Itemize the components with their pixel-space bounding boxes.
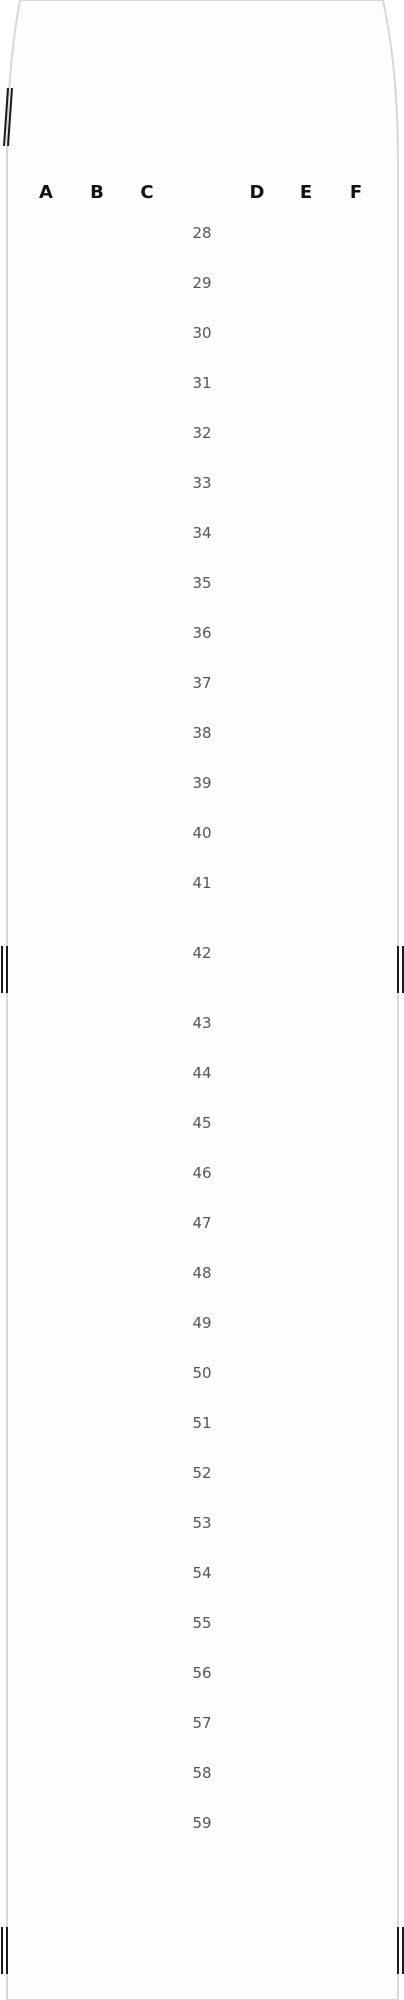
row-number: 53 bbox=[192, 1514, 212, 1532]
row-number: 31 bbox=[192, 374, 212, 392]
row-number: 34 bbox=[192, 524, 212, 542]
seat-row: 57 bbox=[0, 1699, 404, 1749]
row-number: 43 bbox=[192, 1014, 212, 1032]
seat-row: 29 bbox=[0, 259, 404, 309]
row-number: 45 bbox=[192, 1114, 212, 1132]
seat-row: 28 bbox=[0, 209, 404, 259]
row-number: 30 bbox=[192, 324, 212, 342]
seat-row: 51 bbox=[0, 1399, 404, 1449]
row-number: 33 bbox=[192, 474, 212, 492]
exit-door-marker-icon bbox=[397, 1927, 404, 1974]
seat-row: 50 bbox=[0, 1349, 404, 1399]
row-number: 50 bbox=[192, 1364, 212, 1382]
seat-row: 34 bbox=[0, 509, 404, 559]
seat-row: 48 bbox=[0, 1249, 404, 1299]
seat-row: 56 bbox=[0, 1649, 404, 1699]
seat-row: 46 bbox=[0, 1149, 404, 1199]
seat-row: 58 bbox=[0, 1749, 404, 1799]
row-number: 40 bbox=[192, 824, 212, 842]
seat-row: 32 bbox=[0, 409, 404, 459]
row-number: 49 bbox=[192, 1314, 212, 1332]
seat-row: 31 bbox=[0, 359, 404, 409]
seat-row: 42 bbox=[0, 929, 404, 979]
seat-row: 39 bbox=[0, 759, 404, 809]
seat-row: 35 bbox=[0, 559, 404, 609]
seat-row: 47 bbox=[0, 1199, 404, 1249]
column-header-f: F bbox=[349, 182, 363, 203]
exit-door-marker-icon bbox=[1, 1927, 8, 1974]
seat-row: 36 bbox=[0, 609, 404, 659]
seat-row: 41 bbox=[0, 859, 404, 909]
column-header-b: B bbox=[90, 182, 104, 203]
row-number: 55 bbox=[192, 1614, 212, 1632]
seat-row: 52 bbox=[0, 1449, 404, 1499]
seat-row: 33 bbox=[0, 459, 404, 509]
seat-row: 54 bbox=[0, 1549, 404, 1599]
seat-map: A B C D E F 28 29 30 31 32 33 34 35 36 37 38 39 40 41… bbox=[0, 0, 404, 2000]
seat-row: 30 bbox=[0, 309, 404, 359]
row-number: 51 bbox=[192, 1414, 212, 1432]
row-number: 48 bbox=[192, 1264, 212, 1282]
row-number: 28 bbox=[192, 224, 212, 242]
row-number: 39 bbox=[192, 774, 212, 792]
row-number: 58 bbox=[192, 1764, 212, 1782]
row-number: 35 bbox=[192, 574, 212, 592]
row-number: 44 bbox=[192, 1064, 212, 1082]
row-number: 56 bbox=[192, 1664, 212, 1682]
seat-row: 43 bbox=[0, 999, 404, 1049]
seat-row: 45 bbox=[0, 1099, 404, 1149]
column-header-c: C bbox=[140, 182, 154, 203]
seat-row: 53 bbox=[0, 1499, 404, 1549]
row-number: 29 bbox=[192, 274, 212, 292]
seat-row: 49 bbox=[0, 1299, 404, 1349]
row-number: 59 bbox=[192, 1814, 212, 1832]
seat-row: 59 bbox=[0, 1799, 404, 1849]
column-header-e: E bbox=[299, 182, 313, 203]
row-number: 38 bbox=[192, 724, 212, 742]
row-number: 54 bbox=[192, 1564, 212, 1582]
row-number: 47 bbox=[192, 1214, 212, 1232]
seat-row: 55 bbox=[0, 1599, 404, 1649]
row-number: 42 bbox=[192, 944, 212, 962]
column-header-a: A bbox=[39, 182, 53, 203]
row-number: 41 bbox=[192, 874, 212, 892]
seat-row: 38 bbox=[0, 709, 404, 759]
row-number: 46 bbox=[192, 1164, 212, 1182]
row-number: 32 bbox=[192, 424, 212, 442]
row-number: 37 bbox=[192, 674, 212, 692]
row-number: 36 bbox=[192, 624, 212, 642]
row-number: 52 bbox=[192, 1464, 212, 1482]
seat-row: 40 bbox=[0, 809, 404, 859]
row-number: 57 bbox=[192, 1714, 212, 1732]
seat-row: 37 bbox=[0, 659, 404, 709]
seat-row: 44 bbox=[0, 1049, 404, 1099]
column-header-d: D bbox=[249, 182, 265, 203]
